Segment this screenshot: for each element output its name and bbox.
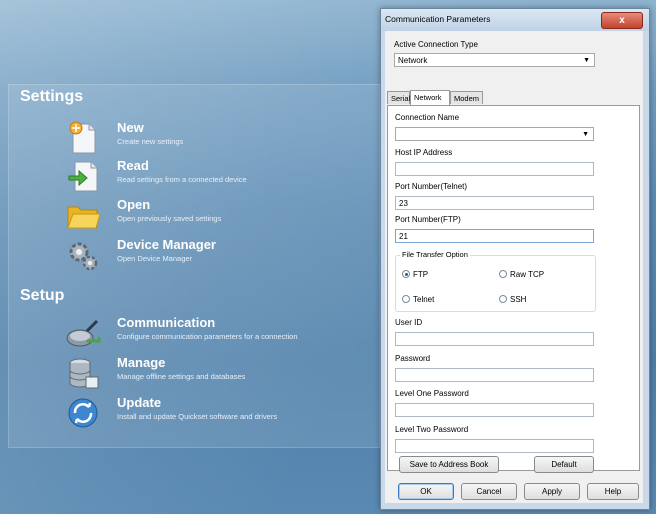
- menu-item-manage[interactable]: Manage Manage offline settings and datab…: [65, 355, 365, 393]
- file-transfer-label: File Transfer Option: [400, 250, 470, 259]
- menu-item-read[interactable]: Read Read settings from a connected devi…: [65, 158, 365, 196]
- new-settings-icon: [69, 121, 96, 154]
- communication-parameters-dialog: Communication Parameters x Active Connec…: [380, 8, 650, 510]
- user-id-input[interactable]: [395, 332, 594, 346]
- ftp-radio[interactable]: [402, 270, 410, 278]
- menu-item-new[interactable]: New Create new settings: [65, 120, 365, 158]
- dialog-client: Active Connection Type Network ▼ Serial …: [385, 31, 643, 503]
- dialog-titlebar[interactable]: Communication Parameters x: [381, 9, 649, 31]
- device-manager-icon: [69, 242, 98, 271]
- menu-item-new-desc: Create new settings: [117, 137, 184, 146]
- ssh-radio[interactable]: [499, 295, 507, 303]
- ftp-radio-label[interactable]: FTP: [413, 270, 428, 279]
- active-connection-type-select[interactable]: Network ▼: [394, 53, 595, 67]
- port-ftp-label: Port Number(FTP): [395, 215, 461, 224]
- level-one-password-label: Level One Password: [395, 389, 469, 398]
- update-icon: [68, 398, 98, 428]
- cancel-button[interactable]: Cancel: [461, 483, 517, 500]
- menu-item-read-title: Read: [117, 158, 149, 173]
- menu-item-manage-desc: Manage offline settings and databases: [117, 372, 246, 381]
- menu-item-open-desc: Open previously saved settings: [117, 214, 222, 223]
- menu-item-new-title: New: [117, 120, 144, 135]
- menu-item-manage-title: Manage: [117, 355, 166, 370]
- menu-item-device-manager[interactable]: Device Manager Open Device Manager: [65, 237, 365, 275]
- level-two-password-input[interactable]: [395, 439, 594, 453]
- communication-icon: [66, 319, 101, 347]
- password-input[interactable]: [395, 368, 594, 382]
- telnet-radio[interactable]: [402, 295, 410, 303]
- level-two-password-label: Level Two Password: [395, 425, 469, 434]
- telnet-radio-label[interactable]: Telnet: [413, 295, 434, 304]
- password-label: Password: [395, 354, 431, 363]
- menu-item-communication[interactable]: Communication Configure communication pa…: [65, 315, 365, 353]
- dialog-title: Communication Parameters: [385, 14, 491, 24]
- file-transfer-group: File Transfer Option FTP Raw TCP Telnet …: [395, 250, 596, 312]
- save-to-address-book-button[interactable]: Save to Address Book: [399, 456, 499, 473]
- menu-item-communication-desc: Configure communication parameters for a…: [117, 332, 298, 341]
- port-ftp-input[interactable]: 21: [395, 229, 594, 243]
- active-connection-type-value: Network: [398, 56, 428, 65]
- menu-item-update-desc: Install and update Quickset software and…: [117, 412, 278, 421]
- tab-network[interactable]: Network: [410, 90, 450, 105]
- menu-item-update-title: Update: [117, 395, 162, 410]
- setup-section-title: Setup: [20, 287, 65, 304]
- tab-serial[interactable]: Serial: [387, 91, 410, 104]
- ok-button[interactable]: OK: [398, 483, 454, 500]
- open-folder-icon: [67, 206, 101, 229]
- port-telnet-input[interactable]: 23: [395, 196, 594, 210]
- chevron-down-icon: ▼: [582, 131, 589, 138]
- user-id-label: User ID: [395, 318, 423, 327]
- raw-tcp-radio-label[interactable]: Raw TCP: [510, 270, 544, 279]
- chevron-down-icon: ▼: [583, 57, 590, 64]
- raw-tcp-radio[interactable]: [499, 270, 507, 278]
- level-one-password-input[interactable]: [395, 403, 594, 417]
- menu-item-device-manager-desc: Open Device Manager: [117, 254, 193, 263]
- active-connection-type-label: Active Connection Type: [394, 40, 478, 49]
- connection-name-select[interactable]: ▼: [395, 127, 594, 141]
- read-device-icon: [68, 161, 98, 192]
- apply-button[interactable]: Apply: [524, 483, 580, 500]
- settings-section-title: Settings: [20, 88, 84, 105]
- menu-item-open-title: Open: [117, 197, 151, 212]
- tab-modem[interactable]: Modem: [450, 91, 483, 104]
- ssh-radio-label[interactable]: SSH: [510, 295, 526, 304]
- default-button[interactable]: Default: [534, 456, 594, 473]
- host-ip-input[interactable]: [395, 162, 594, 176]
- help-button[interactable]: Help: [587, 483, 639, 500]
- close-button[interactable]: x: [601, 12, 643, 29]
- menu-item-open[interactable]: Open Open previously saved settings: [65, 197, 365, 235]
- menu-item-device-manager-title: Device Manager: [117, 237, 216, 252]
- connection-name-label: Connection Name: [395, 113, 460, 122]
- menu-item-read-desc: Read settings from a connected device: [117, 175, 247, 184]
- port-telnet-label: Port Number(Telnet): [395, 182, 468, 191]
- database-icon: [69, 358, 99, 389]
- menu-item-communication-title: Communication: [117, 315, 216, 330]
- host-ip-label: Host IP Address: [395, 148, 453, 157]
- menu-item-update[interactable]: Update Install and update Quickset softw…: [65, 395, 365, 433]
- network-tab-page: Connection Name ▼ Host IP Address Port N…: [387, 105, 640, 473]
